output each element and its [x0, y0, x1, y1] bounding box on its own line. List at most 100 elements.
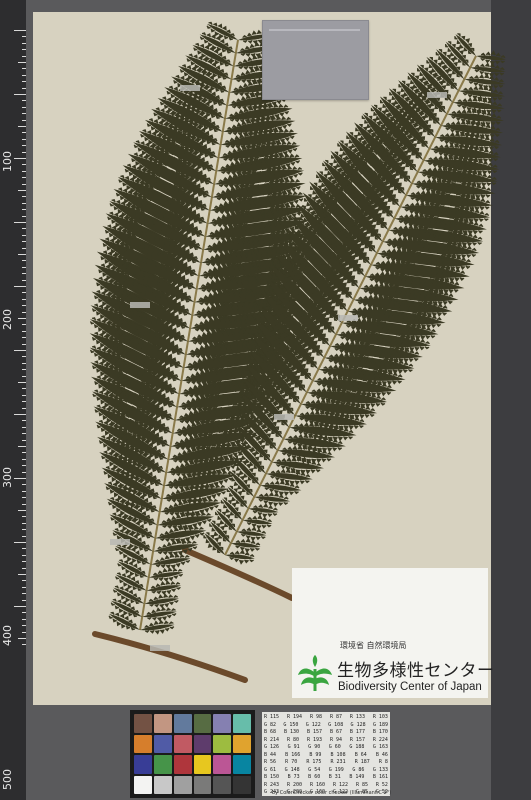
calibration-footer: by ColorChecker color checker (Illuminan… — [272, 790, 392, 796]
calibration-cell: G 122 — [305, 721, 321, 728]
calibration-cell: G 148 — [284, 766, 300, 773]
calibration-cell: G 60 — [328, 744, 341, 750]
calibration-cell: G 150 — [283, 721, 299, 728]
calibration-cell: B 99 — [309, 751, 322, 758]
calibration-cell: G 90 — [308, 744, 321, 750]
calibration-cell: R 157 — [349, 736, 365, 743]
mounting-tape — [274, 414, 294, 420]
calibration-row: G 61 G 148 G 54 G 199 G 86 G 133 — [264, 767, 388, 775]
calibration-cell: G 91 — [287, 744, 300, 750]
calibration-cell: R 243 — [264, 781, 280, 788]
calibration-row: R 243 R 200 R 160 R 122 R 85 R 52 — [264, 782, 388, 790]
calibration-cell: R 194 — [286, 714, 303, 720]
center-name-japanese: 生物多様性センター — [337, 661, 495, 681]
calibration-cell: R 214 — [264, 736, 280, 743]
color-patch — [213, 714, 232, 733]
color-patch — [233, 734, 251, 753]
calibration-cell: R 175 — [306, 759, 322, 765]
calibration-cell: G 199 — [328, 766, 344, 773]
pinna — [225, 549, 255, 565]
mounting-tape — [110, 539, 130, 545]
mounting-tape — [180, 85, 200, 91]
color-patch — [173, 714, 192, 733]
calibration-cell: G 163 — [372, 744, 388, 750]
color-patch — [173, 734, 192, 753]
calibration-cell: R 122 — [332, 781, 349, 788]
calibration-cell: B 166 — [285, 751, 301, 758]
color-patch — [134, 755, 152, 774]
calibration-cell: R 133 — [349, 714, 365, 720]
calibration-cell: B 150 — [264, 774, 280, 780]
color-patch — [134, 734, 152, 753]
calibration-cell: G 133 — [372, 766, 388, 773]
calibration-cell: B 130 — [283, 729, 300, 735]
calibration-cell: R 98 — [309, 714, 323, 720]
calibration-cell: G 126 — [264, 744, 280, 750]
calibration-cell: B 73 — [287, 774, 300, 780]
pinna — [144, 593, 179, 609]
calibration-cell: B 31 — [328, 774, 341, 780]
calibration-cell: R 115 — [264, 714, 280, 720]
color-checker-card — [130, 710, 255, 798]
calibration-row: G 82 G 150 G 122 G 108 G 128 G 189 — [264, 722, 388, 730]
pinna — [230, 537, 261, 554]
calibration-cell: B 67 — [329, 729, 342, 735]
pinna — [142, 606, 177, 622]
mounting-tape — [427, 92, 447, 98]
calibration-cell: G 128 — [350, 721, 366, 728]
mounting-tape — [338, 315, 358, 321]
calibration-row: B 150 B 73 B 60 B 31 B 149 B 161 — [264, 774, 388, 782]
color-patch — [193, 734, 212, 753]
color-patch — [173, 775, 192, 794]
calibration-cell: G 82 — [264, 721, 277, 728]
pinna — [242, 514, 273, 530]
calibration-cell: R 80 — [286, 736, 300, 743]
color-patch — [134, 775, 152, 794]
calibration-cell: B 68 — [264, 729, 277, 735]
calibration-cell: R 52 — [375, 781, 388, 788]
color-patch — [193, 755, 212, 774]
calibration-cell: G 54 — [308, 766, 321, 773]
calibration-cell: R 193 — [306, 736, 323, 743]
color-patch — [233, 714, 251, 733]
org-name-small: 環境省 自然環境局 — [340, 641, 407, 650]
calibration-cell: B 149 — [349, 774, 365, 780]
pinna — [140, 619, 175, 635]
calibration-row: G 126 G 91 G 90 G 60 G 188 G 163 — [264, 744, 388, 752]
calibration-cell: R 8 — [378, 759, 388, 765]
calibration-cell: R 224 — [372, 736, 388, 743]
center-name-english: Biodiversity Center of Japan — [338, 681, 482, 693]
calibration-cell: R 187 — [354, 759, 370, 765]
calibration-cell: R 87 — [329, 714, 342, 720]
calibration-cell: G 108 — [328, 721, 344, 728]
color-patch — [153, 755, 172, 774]
calibration-cell: B 161 — [372, 774, 388, 780]
color-patch — [233, 775, 251, 794]
seed-envelope — [262, 20, 369, 100]
calibration-cell: R 94 — [329, 736, 342, 743]
pinna — [148, 567, 184, 583]
pinna — [146, 580, 182, 596]
calibration-cell: B 157 — [306, 729, 323, 735]
color-patch — [193, 714, 212, 733]
calibration-cell: R 56 — [264, 759, 277, 765]
color-patch — [213, 775, 232, 794]
calibration-cell: B 177 — [349, 729, 365, 735]
color-patch — [233, 755, 251, 774]
calibration-cell: R 231 — [330, 759, 346, 765]
calibration-cell: R 160 — [309, 781, 326, 788]
calibration-row: R 214 R 80 R 193 R 94 R 157 R 224 — [264, 737, 388, 745]
green-plant-sprout-icon — [298, 655, 332, 691]
mounting-tape — [150, 645, 170, 651]
calibration-row: R 56 R 70 R 175 R 231 R 187 R 8 — [264, 759, 388, 767]
calibration-cell: R 103 — [372, 714, 388, 720]
color-patch — [153, 734, 172, 753]
color-patch — [153, 775, 172, 794]
calibration-row: B 44 B 166 B 99 B 108 B 64 B 46 — [264, 752, 388, 760]
color-patch — [153, 714, 172, 733]
calibration-cell: B 64 — [354, 751, 367, 758]
calibration-cell: R 200 — [286, 781, 303, 788]
calibration-cell: R 70 — [285, 759, 298, 765]
calibration-cell: B 60 — [308, 774, 321, 780]
calibration-cell: B 108 — [330, 751, 346, 758]
